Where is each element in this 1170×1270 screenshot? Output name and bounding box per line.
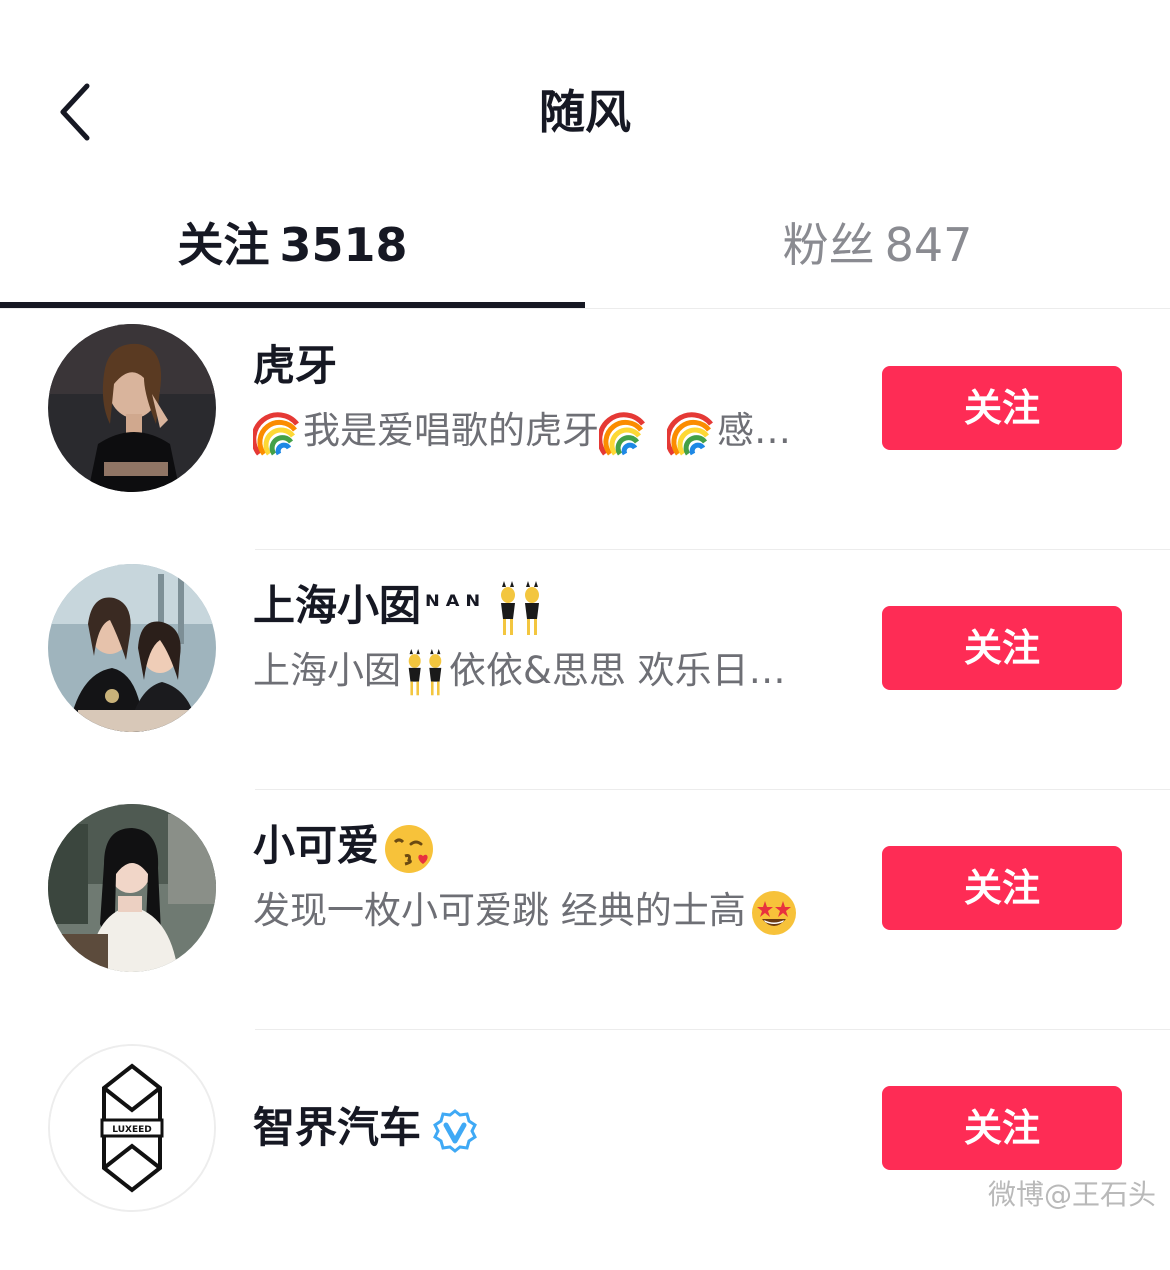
user-bio-text-2: 感… bbox=[717, 409, 791, 452]
watermark: 微博@王石头 bbox=[987, 1178, 1156, 1211]
tab-bar: 关注 3518 粉丝 847 bbox=[0, 190, 1170, 310]
logo-wordmark: LUXEED bbox=[112, 1125, 151, 1135]
user-bio: 我是爱唱歌的虎牙 感… bbox=[253, 406, 843, 456]
user-bio-text: 发现一枚小可爱跳 经典的士高 bbox=[253, 889, 746, 932]
list-item[interactable]: 小可爱 发现一枚小可爱跳 经典的士高 关注 bbox=[0, 790, 1170, 1030]
top-bar: 随风 bbox=[0, 0, 1170, 190]
user-bio-text: 上海小囡 bbox=[253, 649, 401, 692]
tab-followers[interactable]: 粉丝 847 bbox=[585, 210, 1170, 290]
avatar[interactable] bbox=[48, 324, 216, 492]
user-name-text: 小可爱 bbox=[253, 821, 380, 870]
user-name: 智界汽车 bbox=[253, 1100, 477, 1156]
user-bio-text-2: 依依&思思 欢乐日… bbox=[449, 649, 786, 692]
user-name-text: 上海小囡 bbox=[253, 581, 422, 630]
tab-following-label: 关注 bbox=[177, 218, 270, 272]
tab-followers-count: 847 bbox=[884, 218, 973, 272]
user-name: 虎牙 bbox=[253, 341, 338, 390]
rainbow-emoji bbox=[667, 411, 713, 456]
dancing-women-emoji bbox=[501, 580, 540, 635]
list-item[interactable]: LUXEED 智界汽车 关注 bbox=[0, 1030, 1170, 1270]
avatar[interactable] bbox=[48, 804, 216, 972]
user-bio: 上海小囡 依依&思思 欢乐日… bbox=[253, 646, 843, 697]
follow-button[interactable]: 关注 bbox=[882, 846, 1122, 930]
user-name-text: 智界汽车 bbox=[253, 1103, 422, 1152]
follow-button[interactable]: 关注 bbox=[882, 366, 1122, 450]
user-name: 上海小囡 ᴺᴬᴺ bbox=[253, 578, 548, 637]
dancing-women-emoji bbox=[408, 648, 442, 695]
kiss-face-emoji bbox=[385, 824, 434, 873]
tab-divider bbox=[0, 308, 1170, 309]
star-struck-emoji bbox=[751, 890, 796, 935]
tab-following-count: 3518 bbox=[279, 218, 408, 272]
list-item[interactable]: 上海小囡 ᴺᴬᴺ 上海小囡 依依&思思 欢乐日… 关注 bbox=[0, 550, 1170, 790]
user-name-suffix: ᴺᴬᴺ bbox=[425, 589, 487, 622]
list-item[interactable]: 虎牙 我是爱唱歌的虎牙 感… 关注 bbox=[0, 310, 1170, 550]
follow-button[interactable]: 关注 bbox=[882, 606, 1122, 690]
tab-followers-label: 粉丝 bbox=[782, 218, 875, 272]
page-title: 随风 bbox=[539, 85, 631, 139]
user-bio: 发现一枚小可爱跳 经典的士高 bbox=[253, 886, 843, 937]
luxeed-logo: LUXEED bbox=[50, 1046, 214, 1210]
avatar[interactable] bbox=[48, 564, 216, 732]
rainbow-emoji bbox=[253, 411, 299, 456]
tab-following[interactable]: 关注 3518 bbox=[0, 210, 585, 290]
verified-badge-icon bbox=[433, 1108, 477, 1153]
user-name: 小可爱 bbox=[253, 818, 437, 876]
avatar[interactable]: LUXEED bbox=[48, 1044, 216, 1212]
follow-button[interactable]: 关注 bbox=[882, 1086, 1122, 1170]
user-bio-text: 我是爱唱歌的虎牙 bbox=[303, 409, 599, 452]
rainbow-emoji bbox=[599, 411, 645, 456]
